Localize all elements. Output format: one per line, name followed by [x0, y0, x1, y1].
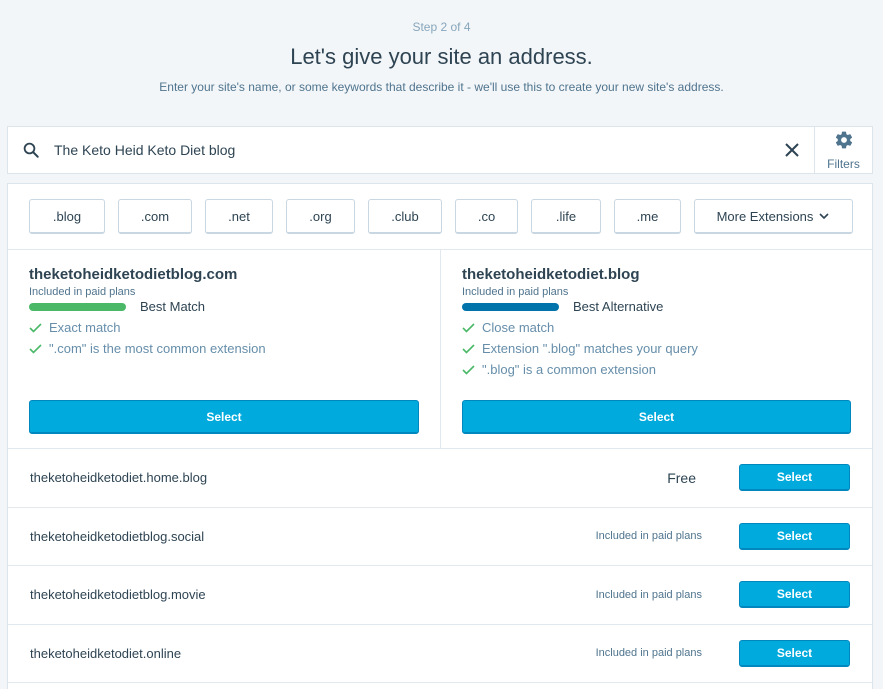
match-bar [29, 302, 126, 311]
results-panel: .blog .com .net .org .club .co .life .me… [7, 183, 873, 689]
select-domain-button[interactable]: Select [739, 581, 850, 609]
ext-club-button[interactable]: .club [368, 199, 442, 234]
domain-name: theketoheidketodiet.home.blog [30, 470, 208, 486]
domain-price: Included in paid plans [595, 647, 702, 660]
extension-filters: .blog .com .net .org .club .co .life .me… [8, 184, 872, 250]
match-reason-text: Exact match [49, 320, 121, 335]
match-reason: Exact match [29, 320, 419, 335]
select-domain-button[interactable]: Select [739, 464, 850, 492]
match-indicator: Best Alternative [462, 299, 851, 314]
match-reason: ".blog" is a common extension [462, 362, 851, 377]
match-label: Best Match [140, 299, 206, 314]
ext-com-button[interactable]: .com [118, 199, 192, 234]
match-reason-text: Close match [482, 320, 555, 335]
featured-price: Included in paid plans [29, 286, 136, 298]
match-indicator: Best Match [29, 299, 419, 314]
domain-price: Included in paid plans [595, 588, 702, 601]
domain-row: theketoheidketodiet.online Included in p… [8, 625, 872, 683]
select-best-match-button[interactable]: Select [29, 400, 419, 434]
domain-row: theketoheidketodietblog.social Included … [8, 508, 872, 566]
match-label: Best Alternative [573, 299, 664, 314]
match-reason-text: ".com" is the most common extension [49, 341, 266, 356]
domain-row: theketoheidketodietblog.movie Included i… [8, 566, 872, 625]
page-subtitle: Enter your site's name, or some keywords… [159, 80, 724, 94]
match-reason-text: Extension ".blog" matches your query [482, 341, 698, 356]
checkmark-icon [29, 343, 49, 354]
filters-label: Filters [827, 156, 860, 171]
step-indicator: Step 2 of 4 [412, 20, 471, 34]
domain-price: Included in paid plans [595, 530, 702, 543]
featured-card-best-alternative: theketoheidketodiet.blog Included in pai… [440, 250, 872, 448]
featured-card-best-match: theketoheidketodietblog.com Included in … [8, 250, 440, 448]
domain-name: theketoheidketodietblog.movie [30, 587, 206, 603]
ext-org-button[interactable]: .org [286, 199, 355, 234]
ext-me-button[interactable]: .me [614, 199, 681, 234]
checkmark-icon [462, 322, 482, 333]
more-extensions-button[interactable]: More Extensions [694, 199, 853, 234]
ext-co-button[interactable]: .co [455, 199, 518, 234]
domain-name: theketoheidketodiet.online [30, 645, 182, 661]
featured-suggestions: theketoheidketodietblog.com Included in … [8, 250, 872, 449]
gear-icon [834, 130, 854, 155]
more-extensions-label: More Extensions [716, 208, 814, 224]
domain-row: theketoheidketodiet.home.blog Free Selec… [8, 449, 872, 508]
checkmark-icon [462, 364, 482, 375]
match-bar [462, 302, 559, 311]
select-domain-button[interactable]: Select [739, 639, 850, 667]
domain-search: Filters [7, 126, 873, 174]
domain-name: theketoheidketodietblog.social [30, 528, 205, 544]
close-icon[interactable] [770, 142, 814, 158]
ext-net-button[interactable]: .net [205, 199, 273, 234]
match-reason: Close match [462, 320, 851, 335]
featured-price: Included in paid plans [462, 286, 569, 298]
ext-blog-button[interactable]: .blog [29, 199, 105, 234]
featured-domain: theketoheidketodietblog.com [29, 266, 238, 283]
featured-domain: theketoheidketodiet.blog [462, 266, 640, 283]
checkmark-icon [29, 322, 49, 333]
search-icon [8, 141, 54, 159]
domain-price: Free [667, 469, 696, 486]
page-title: Let's give your site an address. [290, 44, 593, 69]
search-input[interactable] [54, 127, 770, 173]
match-reason: ".com" is the most common extension [29, 341, 419, 356]
checkmark-icon [462, 343, 482, 354]
select-domain-button[interactable]: Select [739, 522, 850, 550]
match-reason-text: ".blog" is a common extension [482, 362, 656, 377]
select-best-alternative-button[interactable]: Select [462, 400, 851, 434]
match-reason: Extension ".blog" matches your query [462, 341, 851, 356]
filters-button[interactable]: Filters [814, 127, 872, 173]
ext-life-button[interactable]: .life [531, 199, 601, 234]
chevron-down-icon [818, 210, 830, 222]
search-box [8, 127, 814, 173]
